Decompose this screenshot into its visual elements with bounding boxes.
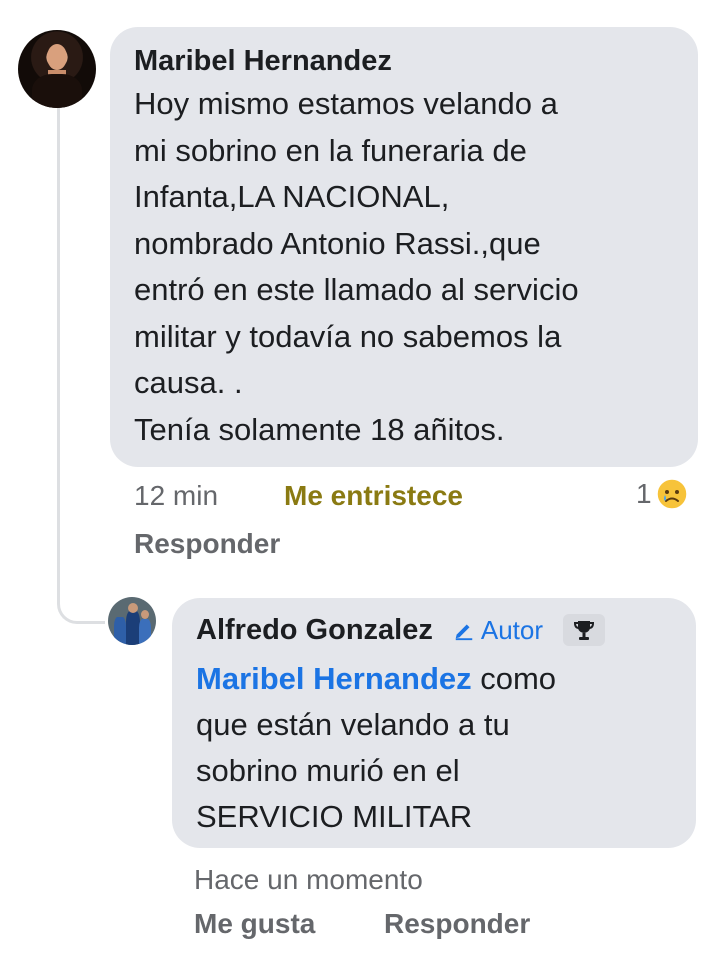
comment-line: causa. . bbox=[134, 365, 243, 400]
reply-text: Maribel Hernandez como que están velando… bbox=[196, 656, 672, 840]
author-badge-label: Autor bbox=[480, 614, 544, 645]
reply-button[interactable]: Responder bbox=[134, 528, 280, 560]
avatar[interactable] bbox=[108, 597, 156, 645]
mention-link[interactable]: Maribel Hernandez bbox=[196, 661, 472, 696]
reply-author[interactable]: Alfredo Gonzalez bbox=[196, 610, 433, 650]
reply-line: que están velando a tu bbox=[196, 707, 510, 742]
comment-author[interactable]: Maribel Hernandez bbox=[134, 41, 674, 81]
author-badge: Autor bbox=[453, 615, 543, 646]
avatar[interactable] bbox=[18, 30, 96, 108]
comment-text: Hoy mismo estamos velando a mi sobrino e… bbox=[134, 81, 674, 453]
reaction-summary[interactable]: 1 bbox=[636, 478, 688, 510]
reply-button[interactable]: Responder bbox=[384, 908, 530, 940]
like-button[interactable]: Me gusta bbox=[194, 908, 315, 940]
comment-line: mi sobrino en la funeraria de bbox=[134, 132, 527, 168]
comment-line: entró en este llamado al servicio bbox=[134, 272, 579, 307]
reply-header: Alfredo Gonzalez Autor bbox=[196, 610, 672, 650]
comment-line: Infanta,LA NACIONAL, bbox=[134, 179, 450, 214]
pencil-icon bbox=[455, 624, 473, 641]
reply-line-rest: como bbox=[471, 661, 557, 696]
comment-line: Tenía solamente 18 añitos. bbox=[134, 411, 505, 447]
top-fan-badge[interactable] bbox=[563, 614, 606, 646]
thread-connector bbox=[57, 108, 105, 624]
comment-line: militar y todavía no sabemos la bbox=[134, 318, 562, 354]
sad-face-icon bbox=[655, 478, 688, 510]
comment-timestamp[interactable]: 12 min bbox=[134, 480, 218, 512]
trophy-icon bbox=[574, 621, 595, 640]
comment-bubble: Maribel Hernandez Hoy mismo estamos vela… bbox=[110, 27, 698, 467]
reply-line: Maribel Hernandez como bbox=[196, 656, 672, 702]
reply-timestamp[interactable]: Hace un momento bbox=[194, 864, 423, 896]
comment-line: nombrado Antonio Rassi.,que bbox=[134, 225, 541, 261]
reaction-count: 1 bbox=[636, 478, 652, 509]
reply-line: sobrino murió en el bbox=[196, 753, 460, 788]
reply-line: SERVICIO MILITAR bbox=[196, 799, 473, 834]
comment-line: Hoy mismo estamos velando a bbox=[134, 86, 558, 121]
reaction-button[interactable]: Me entristece bbox=[284, 480, 463, 512]
reply-bubble: Alfredo Gonzalez Autor Maribel Hernandez… bbox=[172, 598, 696, 848]
